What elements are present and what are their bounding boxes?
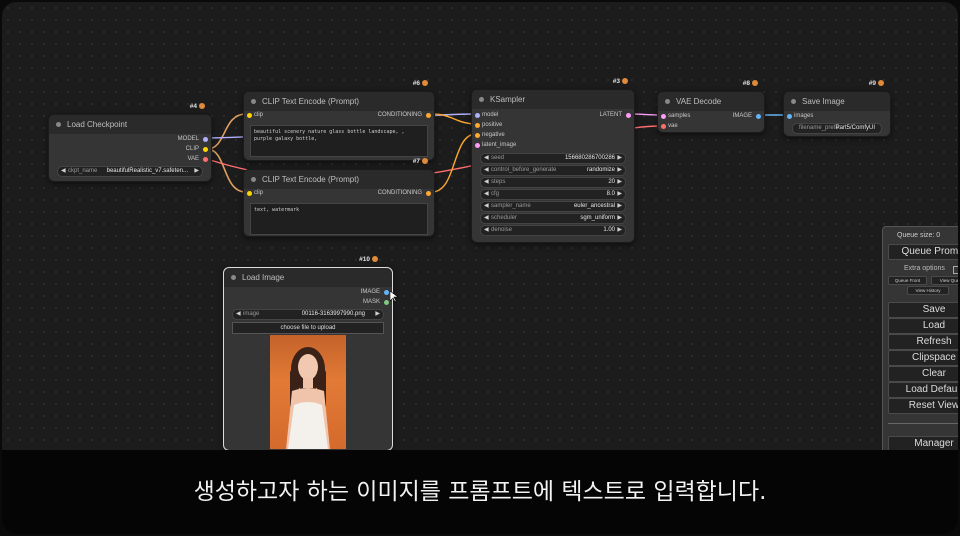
widget-sampler-name[interactable]: ◀ sampler_name euler_ancestral ▶	[480, 201, 626, 212]
node-load-checkpoint[interactable]: #4 Load Checkpoint MODEL CLIP VAE ◀ ckpt_…	[48, 103, 212, 182]
node-clip-text-encode-negative[interactable]: #7 CLIP Text Encode (Prompt) clip CONDIT…	[243, 158, 435, 237]
reset-view-button[interactable]: Reset View	[888, 398, 958, 414]
video-subtitle: 생성하고자 하는 이미지를 프롬프트에 텍스트로 입력합니다.	[2, 450, 958, 534]
input-clip[interactable]: clip	[254, 190, 263, 196]
widget-steps[interactable]: ◀ steps 20 ▶	[480, 177, 626, 188]
node-save-image[interactable]: #9 Save Image images filename_prefix Part…	[783, 80, 891, 137]
clear-button[interactable]: Clear	[888, 366, 958, 382]
node-id-badge: #7	[413, 158, 428, 165]
output-clip[interactable]: CLIP	[186, 146, 199, 152]
node-title[interactable]: Load Checkpoint	[49, 115, 211, 134]
input-positive[interactable]: positive	[482, 122, 502, 128]
output-conditioning[interactable]: CONDITIONING	[378, 112, 422, 118]
load-default-button[interactable]: Load Default	[888, 382, 958, 398]
image-preview	[270, 335, 346, 449]
output-dot[interactable]	[626, 113, 631, 118]
input-clip[interactable]: clip	[254, 112, 263, 118]
widget-denoise[interactable]: ◀ denoise 1.00 ▶	[480, 225, 626, 236]
queue-size-label: Queue size: 0	[897, 232, 941, 239]
node-id-badge: #8	[743, 80, 758, 87]
output-vae[interactable]: VAE	[187, 156, 199, 162]
node-clip-text-encode-positive[interactable]: #6 CLIP Text Encode (Prompt) clip CONDIT…	[243, 80, 435, 161]
input-dot[interactable]	[247, 191, 252, 196]
output-dot[interactable]	[384, 290, 389, 295]
widget-cfg[interactable]: ◀ cfg 8.0 ▶	[480, 189, 626, 200]
node-id-badge: #10	[359, 256, 378, 263]
input-vae[interactable]: vae	[668, 123, 678, 129]
output-model[interactable]: MODEL	[178, 136, 199, 142]
widget-control-before-generate[interactable]: ◀ control_before_generate randomize ▶	[480, 165, 626, 176]
node-title[interactable]: Save Image	[784, 92, 890, 111]
node-title[interactable]: Load Image	[224, 268, 392, 287]
mouse-cursor-icon	[390, 291, 398, 303]
input-dot[interactable]	[247, 113, 252, 118]
link-negative	[431, 133, 477, 193]
input-latent-image[interactable]: latent_image	[482, 142, 516, 148]
output-dot[interactable]	[203, 157, 208, 162]
output-dot[interactable]	[203, 147, 208, 152]
ckpt-name-combo[interactable]: ◀ ckpt_name beautifulRealistic_v7.safeten…	[57, 166, 203, 177]
portrait-photo	[286, 347, 330, 449]
prompt-text-negative[interactable]: text, watermark	[250, 203, 428, 235]
input-negative[interactable]: negative	[482, 132, 505, 138]
input-dot[interactable]	[787, 114, 792, 119]
view-queue-button[interactable]: View Queue	[931, 276, 958, 285]
save-button[interactable]: Save	[888, 302, 958, 318]
panel-divider	[888, 423, 958, 424]
node-id-badge: #3	[613, 78, 628, 85]
input-model[interactable]: model	[482, 112, 498, 118]
input-dot[interactable]	[475, 143, 480, 148]
refresh-button[interactable]: Refresh	[888, 334, 958, 350]
widget-seed[interactable]: ◀ seed 156680286700286 ▶	[480, 153, 626, 164]
output-conditioning[interactable]: CONDITIONING	[378, 190, 422, 196]
view-history-button[interactable]: View History	[907, 286, 949, 295]
image-combo[interactable]: ◀ image 00116-3163997990.png ▶	[232, 309, 384, 320]
input-dot[interactable]	[475, 113, 480, 118]
input-dot[interactable]	[661, 114, 666, 119]
output-dot[interactable]	[203, 137, 208, 142]
extra-options-label[interactable]: Extra options	[904, 265, 945, 272]
link-latent	[631, 113, 661, 116]
upload-button[interactable]: choose file to upload	[232, 322, 384, 334]
output-mask[interactable]: MASK	[363, 299, 380, 305]
node-title[interactable]: CLIP Text Encode (Prompt)	[244, 92, 434, 111]
link-clip-to-negative	[206, 148, 247, 193]
clipspace-button[interactable]: Clipspace	[888, 350, 958, 366]
input-samples[interactable]: samples	[668, 113, 690, 119]
node-id-badge: #4	[190, 103, 205, 110]
node-title[interactable]: CLIP Text Encode (Prompt)	[244, 170, 434, 189]
node-ksampler[interactable]: #3 KSampler model positive negative late…	[471, 78, 635, 243]
output-dot[interactable]	[384, 300, 389, 305]
output-image[interactable]: IMAGE	[733, 113, 752, 119]
node-title[interactable]: KSampler	[472, 90, 634, 109]
node-title[interactable]: VAE Decode	[658, 92, 764, 111]
load-button[interactable]: Load	[888, 318, 958, 334]
output-dot[interactable]	[426, 113, 431, 118]
queue-panel: Queue size: 0 Queue Prompt Extra options…	[882, 226, 958, 468]
node-id-badge: #6	[413, 80, 428, 87]
node-id-badge: #9	[869, 80, 884, 87]
queue-front-button[interactable]: Queue Front	[888, 276, 927, 285]
node-load-image[interactable]: #10 Load Image IMAGE MASK ◀ image 00116-31…	[223, 256, 393, 451]
input-images[interactable]: images	[794, 113, 813, 119]
queue-prompt-button[interactable]: Queue Prompt	[888, 244, 958, 260]
input-dot[interactable]	[475, 133, 480, 138]
link-clip-to-positive	[206, 113, 247, 150]
widget-scheduler[interactable]: ◀ scheduler sgm_uniform ▶	[480, 213, 626, 224]
output-latent[interactable]: LATENT	[599, 112, 622, 118]
comfyui-canvas[interactable]: #4 Load Checkpoint MODEL CLIP VAE ◀ ckpt_…	[2, 2, 958, 534]
output-dot[interactable]	[756, 114, 761, 119]
input-dot[interactable]	[475, 123, 480, 128]
filename-prefix-field[interactable]: filename_prefix Part5/ComfyUI	[792, 123, 882, 134]
extra-options-checkbox[interactable]	[953, 266, 958, 274]
prompt-text-positive[interactable]: beautiful scenery nature glass bottle la…	[250, 125, 428, 157]
output-dot[interactable]	[426, 191, 431, 196]
node-vae-decode[interactable]: #8 VAE Decode samples vae IMAGE	[657, 80, 765, 133]
input-dot[interactable]	[661, 124, 666, 129]
output-image[interactable]: IMAGE	[361, 289, 380, 295]
